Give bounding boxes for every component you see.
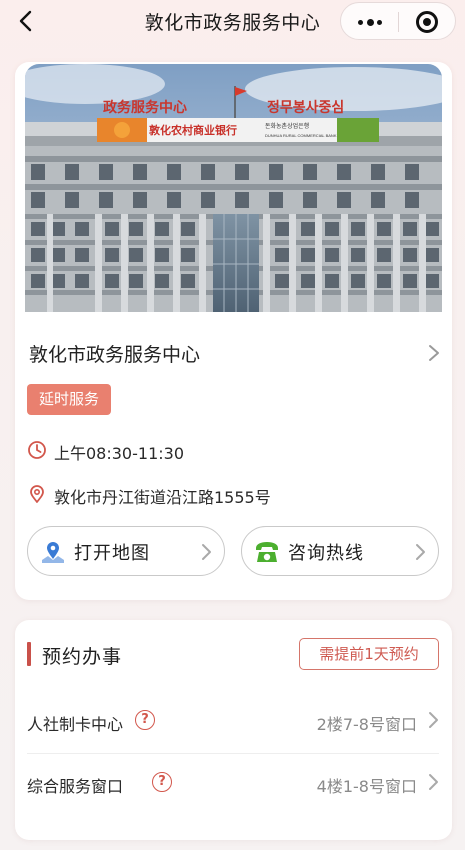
right-rooftop-sign: 정무봉사중심 <box>267 99 344 115</box>
appointments-title: 预约办事 <box>42 646 123 668</box>
appointment-item-location: 4楼1-8号窗口 <box>316 777 417 796</box>
help-question-icon[interactable]: ? <box>135 710 155 730</box>
capsule-divider <box>398 12 399 32</box>
bank-name-en-sign: DUNHUA RURAL COMMERCIAL BANK <box>265 133 337 138</box>
address-text: 敦化市丹江街道沿江路1555号 <box>54 488 271 507</box>
extended-service-badge: 延时服务 <box>27 384 112 415</box>
bank-name-sign: 敦化农村商业银行 <box>149 123 237 137</box>
help-question-icon[interactable]: ? <box>152 772 172 792</box>
navigation-bar: 敦化市政务服务中心 <box>0 0 465 44</box>
center-name: 敦化市政务服务中心 <box>29 344 201 366</box>
phone-icon <box>256 542 278 562</box>
bank-name-kr-sign: 돈화농촌상업은행 <box>265 122 309 130</box>
appointment-item[interactable]: 人社制卡中心 ? 2楼7-8号窗口 <box>27 692 439 754</box>
appointment-item-name: 人社制卡中心 <box>27 715 124 734</box>
hotline-button[interactable]: 咨询热线 <box>241 526 439 576</box>
open-map-label: 打开地图 <box>74 543 150 564</box>
building-photo: 敦化农村商业银行 돈화농촌상업은행 DUNHUA RURAL COMMERCIA… <box>25 64 442 312</box>
chevron-right-icon <box>429 345 439 361</box>
appointments-card: 预约办事 需提前1天预约 人社制卡中心 ? 2楼7-8号窗口 综合服务窗口 ? … <box>15 620 452 840</box>
mini-program-capsule <box>340 2 456 40</box>
more-dots-icon[interactable] <box>355 12 385 32</box>
center-name-row[interactable]: 敦化市政务服务中心 <box>29 340 441 366</box>
chevron-right-icon <box>202 544 211 560</box>
hotline-label: 咨询热线 <box>288 543 364 564</box>
chevron-right-icon <box>429 774 438 790</box>
hours-text: 上午08:30-11:30 <box>54 444 184 463</box>
section-accent-bar <box>27 642 31 666</box>
target-circle-icon[interactable] <box>416 11 438 33</box>
chevron-right-icon <box>429 712 438 728</box>
location-pin-icon <box>30 485 44 503</box>
clock-icon <box>28 441 46 459</box>
left-rooftop-sign: 政务服务中心 <box>103 99 187 115</box>
chevron-right-icon <box>416 544 425 560</box>
appointment-item-location: 2楼7-8号窗口 <box>316 715 417 734</box>
appointment-item[interactable]: 综合服务窗口 ? 4楼1-8号窗口 <box>27 754 439 816</box>
map-pin-icon <box>42 542 64 563</box>
service-center-card: 敦化农村商业银行 돈화농촌상업은행 DUNHUA RURAL COMMERCIA… <box>15 62 452 600</box>
advance-booking-note: 需提前1天预约 <box>299 638 439 670</box>
open-map-button[interactable]: 打开地图 <box>27 526 225 576</box>
appointment-item-name: 综合服务窗口 <box>27 777 124 796</box>
